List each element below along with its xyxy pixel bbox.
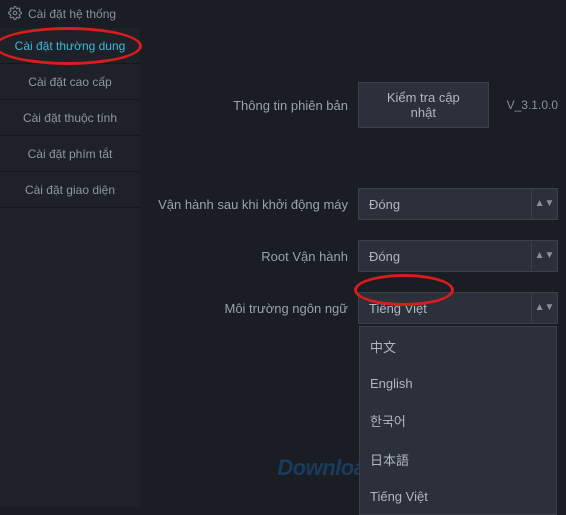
autorun-value: Đóng xyxy=(359,197,531,212)
root-select[interactable]: Đóng ▲▼ xyxy=(358,240,558,272)
language-dropdown: 中文 English 한국어 日本語 Tiếng Việt xyxy=(359,326,557,515)
titlebar: Cài đặt hệ thống xyxy=(0,0,566,28)
autorun-select[interactable]: Đóng ▲▼ xyxy=(358,188,558,220)
check-update-button[interactable]: Kiểm tra cập nhật xyxy=(358,82,489,128)
language-option[interactable]: English xyxy=(360,366,556,401)
sidebar-item-label: Cài đặt cao cấp xyxy=(28,75,111,89)
sidebar-item-advanced[interactable]: Cài đặt cao cấp xyxy=(0,64,140,100)
sidebar-item-interface[interactable]: Cài đặt giao diện xyxy=(0,172,140,208)
sidebar: Cài đặt thường dung Cài đặt cao cấp Cài … xyxy=(0,28,140,507)
language-option[interactable]: 中文 xyxy=(360,327,556,366)
sidebar-item-property[interactable]: Cài đặt thuộc tính xyxy=(0,100,140,136)
language-label: Môi trường ngôn ngữ xyxy=(148,301,348,316)
sidebar-item-label: Cài đặt thuộc tính xyxy=(23,111,117,125)
language-select[interactable]: Tiếng Việt ▲▼ 中文 English 한국어 日本語 Tiếng V… xyxy=(358,292,558,324)
gear-icon xyxy=(8,6,22,23)
root-value: Đóng xyxy=(359,249,531,264)
version-text: V_3.1.0.0 xyxy=(507,98,558,112)
sidebar-item-hotkey[interactable]: Cài đặt phím tắt xyxy=(0,136,140,172)
language-option[interactable]: Tiếng Việt xyxy=(360,479,556,514)
autorun-label: Vận hành sau khi khởi động máy xyxy=(148,197,348,212)
language-option[interactable]: 日本語 xyxy=(360,440,556,479)
window-title: Cài đặt hệ thống xyxy=(28,7,116,21)
language-option[interactable]: 한국어 xyxy=(360,401,556,440)
root-label: Root Vận hành xyxy=(148,249,348,264)
sidebar-item-label: Cài đặt giao diện xyxy=(25,183,115,197)
sidebar-item-label: Cài đặt thường dung xyxy=(15,39,126,53)
sidebar-item-common[interactable]: Cài đặt thường dung xyxy=(0,28,140,64)
updown-icon[interactable]: ▲▼ xyxy=(531,293,557,323)
updown-icon[interactable]: ▲▼ xyxy=(531,241,557,271)
updown-icon[interactable]: ▲▼ xyxy=(531,189,557,219)
sidebar-item-label: Cài đặt phím tắt xyxy=(28,147,113,161)
version-info-label: Thông tin phiên bản xyxy=(148,98,348,113)
content: Thông tin phiên bản Kiểm tra cập nhật V_… xyxy=(140,28,566,507)
language-value: Tiếng Việt xyxy=(359,301,531,316)
